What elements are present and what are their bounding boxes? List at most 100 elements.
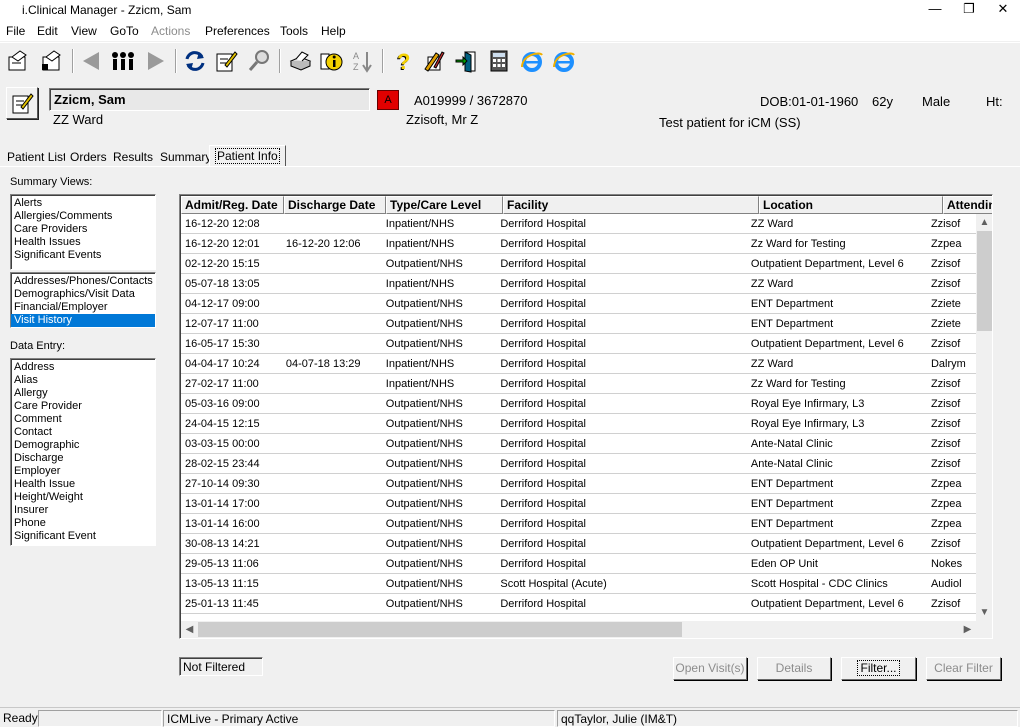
menu-view[interactable]: View	[71, 24, 97, 38]
tab-orders[interactable]: Orders	[65, 147, 113, 167]
list-item[interactable]: Significant Event	[11, 530, 155, 543]
table-row[interactable]: 27-10-14 09:30 Outpatient/NHS Derriford Ho…	[181, 474, 976, 494]
details-button[interactable]: Details	[757, 657, 831, 680]
table-row[interactable]: 30-08-13 14:21 Outpatient/NHS Derriford Ho…	[181, 534, 976, 554]
list-item-selected[interactable]: Visit History	[11, 314, 155, 327]
list-item[interactable]: Alias	[11, 374, 155, 387]
list-item[interactable]: Allergy	[11, 387, 155, 400]
tab-results[interactable]: Results	[108, 147, 160, 167]
browser-icon-2[interactable]	[551, 48, 577, 74]
column-header-facility[interactable]: Facility	[503, 196, 759, 214]
tab-summary[interactable]: Summary	[155, 147, 218, 167]
refresh-icon[interactable]	[182, 48, 208, 74]
list-item[interactable]: Allergies/Comments	[11, 210, 155, 223]
menu-actions[interactable]: Actions	[151, 24, 190, 38]
column-header-attending[interactable]: Attending	[943, 196, 992, 214]
open-visits-button[interactable]: Open Visit(s)	[673, 657, 747, 680]
browser-icon[interactable]	[519, 48, 545, 74]
print-icon[interactable]	[287, 48, 313, 74]
table-row[interactable]: 05-07-18 13:05 Inpatient/NHS Derriford Hos…	[181, 274, 976, 294]
list-item[interactable]: Addresses/Phones/Contacts	[11, 275, 155, 288]
column-header-type[interactable]: Type/Care Level	[386, 196, 503, 214]
list-item[interactable]: Significant Events	[11, 249, 155, 262]
table-row[interactable]: 04-04-17 10:24 04-07-18 13:29 Inpatient/NH…	[181, 354, 976, 374]
list-item[interactable]: Alerts	[11, 197, 155, 210]
column-header-discharge[interactable]: Discharge Date	[284, 196, 386, 214]
table-row[interactable]: 05-03-16 09:00 Outpatient/NHS Derriford Ho…	[181, 394, 976, 414]
table-cell	[282, 514, 382, 533]
menu-edit[interactable]: Edit	[37, 24, 58, 38]
sort-az-icon[interactable]: AZ	[350, 48, 376, 74]
menu-goto[interactable]: GoTo	[110, 24, 139, 38]
list-item[interactable]: Health Issue	[11, 478, 155, 491]
table-row[interactable]: 16-05-17 15:30 Outpatient/NHS Derriford Ho…	[181, 334, 976, 354]
table-row[interactable]: 12-07-17 11:00 Outpatient/NHS Derriford Ho…	[181, 314, 976, 334]
column-header-admit[interactable]: Admit/Reg. Date	[181, 196, 284, 214]
table-row[interactable]: 16-12-20 12:08 Inpatient/NHS Derriford Hos…	[181, 214, 976, 234]
list-item[interactable]: Demographic	[11, 439, 155, 452]
scroll-thumb[interactable]	[977, 231, 992, 331]
table-cell: Zzisof	[930, 598, 961, 610]
alert-badge[interactable]: A	[377, 90, 399, 110]
back-arrow-icon[interactable]	[78, 48, 104, 74]
people-icon[interactable]	[110, 48, 136, 74]
tools-icon[interactable]	[421, 48, 447, 74]
list-item[interactable]: Health Issues	[11, 236, 155, 249]
edit-patient-button[interactable]	[6, 87, 38, 119]
list-item[interactable]: Employer	[11, 465, 155, 478]
table-row[interactable]: 04-12-17 09:00 Outpatient/NHS Derriford Ho…	[181, 294, 976, 314]
tab-patient-list[interactable]: Patient List	[2, 147, 73, 167]
close-button[interactable]: ✕	[986, 0, 1020, 20]
list-item[interactable]: Discharge	[11, 452, 155, 465]
table-row[interactable]: 13-05-13 11:15 Outpatient/NHS Scott Hospit…	[181, 574, 976, 594]
exit-door-icon[interactable]	[453, 48, 479, 74]
list-item[interactable]: Care Providers	[11, 223, 155, 236]
table-row[interactable]: 25-01-13 11:45 Outpatient/NHS Derriford Ho…	[181, 594, 976, 614]
list-item[interactable]: Care Provider	[11, 400, 155, 413]
table-row[interactable]: 28-02-15 23:44 Outpatient/NHS Derriford Ho…	[181, 454, 976, 474]
list-item[interactable]: Address	[11, 361, 155, 374]
table-row[interactable]: 03-03-15 00:00 Outpatient/NHS Derriford Ho…	[181, 434, 976, 454]
table-row[interactable]: 13-01-14 16:00 Outpatient/NHS Derriford Ho…	[181, 514, 976, 534]
forward-arrow-icon[interactable]	[143, 48, 169, 74]
menu-tools[interactable]: Tools	[280, 24, 308, 38]
help-question-icon[interactable]: ??	[390, 48, 416, 74]
scroll-right-icon[interactable]: ▶	[959, 621, 976, 638]
table-row[interactable]: 29-05-13 11:06 Outpatient/NHS Derriford Ho…	[181, 554, 976, 574]
info-icon[interactable]	[318, 48, 344, 74]
table-row[interactable]: 02-12-20 15:15 Outpatient/NHS Derriford Ho…	[181, 254, 976, 274]
scroll-down-icon[interactable]: ▼	[976, 604, 992, 621]
vertical-scrollbar[interactable]: ▲ ▼	[976, 214, 992, 621]
clear-filter-button[interactable]: Clear Filter	[926, 657, 1001, 680]
scroll-up-icon[interactable]: ▲	[976, 214, 992, 231]
table-row[interactable]: 27-02-17 11:00 Inpatient/NHS Derriford Hos…	[181, 374, 976, 394]
table-row[interactable]: 16-12-20 12:01 16-12-20 12:06 Inpatient/NH…	[181, 234, 976, 254]
calculator-icon[interactable]	[486, 48, 512, 74]
list-item[interactable]: Insurer	[11, 504, 155, 517]
list-item[interactable]: Demographics/Visit Data	[11, 288, 155, 301]
edit-notepad-icon[interactable]	[213, 48, 239, 74]
table-cell: 04-07-18 13:29	[285, 358, 361, 370]
scroll-left-icon[interactable]: ◀	[181, 621, 198, 638]
list-item[interactable]: Height/Weight	[11, 491, 155, 504]
list-item[interactable]: Financial/Employer	[11, 301, 155, 314]
list-item[interactable]: Comment	[11, 413, 155, 426]
scroll-thumb-horizontal[interactable]	[198, 622, 682, 637]
horizontal-scrollbar[interactable]: ◀ ▶	[181, 621, 976, 638]
patient-select-icon[interactable]	[39, 48, 65, 74]
menu-preferences[interactable]: Preferences	[205, 24, 270, 38]
list-item[interactable]: Phone	[11, 517, 155, 530]
maximize-button[interactable]: ❐	[952, 0, 986, 20]
minimize-button[interactable]: —	[918, 0, 952, 20]
menu-help[interactable]: Help	[321, 24, 346, 38]
menu-file[interactable]: File	[6, 24, 25, 38]
tab-patient-info[interactable]: Patient Info	[209, 145, 286, 166]
patient-list-icon[interactable]	[5, 48, 31, 74]
list-item[interactable]: Contact	[11, 426, 155, 439]
table-row[interactable]: 13-01-14 17:00 Outpatient/NHS Derriford Ho…	[181, 494, 976, 514]
column-header-location[interactable]: Location	[759, 196, 943, 214]
table-row[interactable]: 24-04-15 12:15 Outpatient/NHS Derriford Ho…	[181, 414, 976, 434]
filter-button[interactable]: Filter...	[841, 657, 916, 680]
patient-dob: DOB:01-01-1960	[760, 94, 859, 109]
search-magnifier-icon[interactable]	[246, 48, 272, 74]
